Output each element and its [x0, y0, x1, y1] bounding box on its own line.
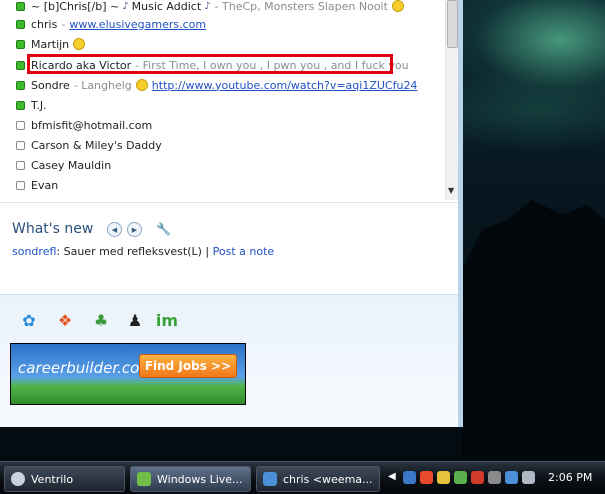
- scrollbar-thumb[interactable]: [447, 0, 458, 48]
- find-jobs-button[interactable]: Find Jobs >>: [139, 354, 237, 378]
- scroll-down-arrow-icon[interactable]: ▼: [448, 186, 454, 195]
- games-icon[interactable]: ♣: [88, 309, 114, 331]
- careerbuilder-ad[interactable]: careerbuilder.com Find Jobs >>: [10, 343, 246, 405]
- tray-security-icon[interactable]: [420, 471, 433, 484]
- taskbar-clock[interactable]: 2:06 PM: [548, 471, 592, 484]
- contact-row[interactable]: bfmisfit@hotmail.com: [16, 115, 152, 135]
- online-status-icon: [16, 19, 25, 29]
- ad-brand: careerbuilder.com: [18, 359, 154, 377]
- contact-name: Casey Mauldin: [31, 158, 112, 172]
- messenger-window: ~ [b]Chris[/b] ~ ♪ Music Addict ♪ - TheC…: [0, 0, 463, 427]
- smile-emoticon-icon: [73, 38, 86, 50]
- online-status-icon: [16, 1, 25, 11]
- tray-app-icon[interactable]: [403, 471, 416, 484]
- next-arrow-icon[interactable]: ▶: [127, 222, 142, 237]
- task-label: Ventrilo: [31, 472, 74, 486]
- music-note-icon: ♪: [204, 0, 211, 12]
- wink-emoticon-icon: [391, 0, 404, 12]
- contact-row[interactable]: Martijn: [16, 34, 86, 54]
- post-note-link[interactable]: Post a note: [213, 245, 275, 258]
- offline-status-icon: [16, 160, 25, 170]
- im-initiative-icon[interactable]: im: [154, 309, 180, 331]
- tray-messenger-icon[interactable]: [454, 471, 467, 484]
- online-status-icon: [16, 39, 25, 49]
- volume-icon[interactable]: [522, 471, 535, 484]
- network-icon[interactable]: [505, 471, 518, 484]
- whats-new-user[interactable]: sondrefl: [12, 245, 56, 258]
- tray-app-icon[interactable]: [471, 471, 484, 484]
- contact-row[interactable]: chris - www.elusivegamers.com: [16, 14, 206, 34]
- contact-name: Carson & Miley's Daddy: [31, 138, 162, 152]
- whats-new-panel: What's new ◀ ▶ 🔧 sondrefl: Sauer med ref…: [0, 202, 458, 294]
- contact-name: chris: [31, 17, 58, 31]
- contact-name: bfmisfit@hotmail.com: [31, 118, 153, 132]
- conversation-icon: [263, 472, 277, 486]
- contact-row[interactable]: T.J.: [16, 95, 47, 115]
- contact-name: T.J.: [31, 98, 47, 112]
- contact-name: ~ [b]Chris[/b] ~: [31, 0, 120, 13]
- contact-row[interactable]: Carson & Miley's Daddy: [16, 135, 162, 155]
- contact-name: Martijn: [31, 37, 70, 51]
- windows-logo-icon[interactable]: ❖: [52, 309, 78, 331]
- tray-expand-icon[interactable]: ◀: [388, 471, 396, 482]
- contact-psm: - TheCp, Monsters Slapen Nooit: [214, 0, 388, 13]
- grin-emoticon-icon: [135, 79, 148, 91]
- contact-list: ~ [b]Chris[/b] ~ ♪ Music Addict ♪ - TheC…: [0, 0, 445, 200]
- contact-music-label: Music Addict: [131, 0, 202, 13]
- taskbar-item-windows-live[interactable]: Windows Live...: [130, 466, 251, 492]
- contact-row[interactable]: Sondre - Langhelg http://www.youtube.com…: [16, 75, 417, 95]
- online-status-icon: [16, 80, 25, 90]
- previous-arrow-icon[interactable]: ◀: [107, 222, 122, 237]
- messenger-icon: [137, 472, 151, 486]
- tray-shield-icon[interactable]: [437, 471, 450, 484]
- ventrilo-icon: [11, 472, 25, 486]
- msn-butterfly-icon[interactable]: ✿: [16, 309, 42, 331]
- task-label: chris <weema...: [283, 472, 373, 486]
- activities-icon[interactable]: ♟: [122, 309, 148, 331]
- offline-status-icon: [16, 120, 25, 130]
- contact-row[interactable]: Casey Mauldin: [16, 155, 111, 175]
- contact-link[interactable]: http://www.youtube.com/watch?v=aqi1ZUCfu…: [152, 79, 418, 92]
- tray-app-icon[interactable]: [488, 471, 501, 484]
- taskbar-item-ventrilo[interactable]: Ventrilo: [4, 466, 125, 492]
- taskbar-item-chris[interactable]: chris <weema...: [256, 466, 380, 492]
- offline-status-icon: [16, 140, 25, 150]
- messenger-footer: ✿ ❖ ♣ ♟ im careerbuilder.com Find Jobs >…: [0, 294, 458, 427]
- music-note-icon: ♪: [122, 0, 129, 12]
- offline-status-icon: [16, 180, 25, 190]
- taskbar: Ventrilo Windows Live... chris <weema...…: [0, 461, 605, 494]
- wrench-icon[interactable]: 🔧: [156, 222, 171, 236]
- contact-link[interactable]: www.elusivegamers.com: [69, 18, 206, 31]
- whats-new-title: What's new: [12, 221, 94, 237]
- contact-name: Sondre: [31, 78, 70, 92]
- highlight-box: [27, 54, 393, 74]
- contact-name: Evan: [31, 178, 59, 192]
- online-status-icon: [16, 60, 25, 70]
- whats-new-entry: sondrefl: Sauer med refleksvest(L) | Pos…: [12, 245, 274, 258]
- mountain-silhouette: [462, 200, 605, 460]
- whats-new-message: : Sauer med refleksvest(L) |: [56, 245, 213, 258]
- contact-psm: - Langhelg: [73, 78, 132, 92]
- task-label: Windows Live...: [157, 472, 243, 486]
- contact-list-scrollbar[interactable]: ▼: [445, 0, 458, 200]
- online-status-icon: [16, 100, 25, 110]
- contact-row[interactable]: Evan: [16, 175, 58, 195]
